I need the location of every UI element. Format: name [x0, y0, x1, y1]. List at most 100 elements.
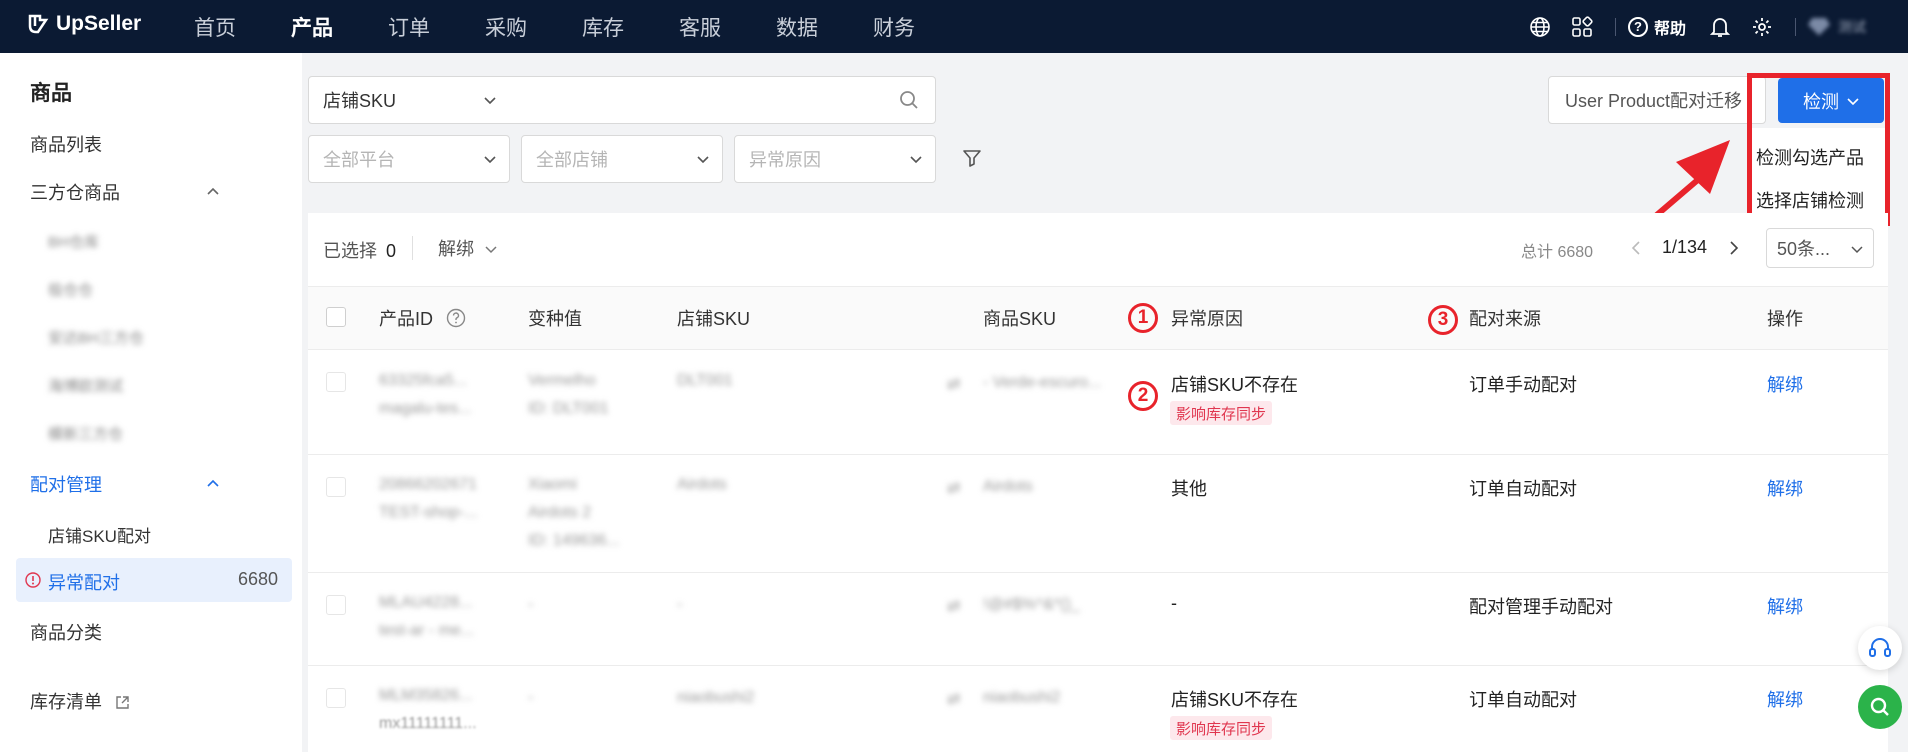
sidebar-sub-blurred[interactable]: BH仓库 [48, 231, 99, 252]
abnormal-reason: 店铺SKU不存在 [1171, 690, 1299, 710]
store-sku: niaobushi2 [677, 689, 755, 706]
annotation-highlight-box [1747, 73, 1890, 226]
store-placeholder: 全部店铺 [536, 150, 608, 170]
filter-icon[interactable] [962, 148, 982, 168]
total-count: 总计 6680 [1521, 244, 1594, 261]
chevron-up-icon[interactable] [206, 184, 220, 198]
user-menu[interactable]: 测试 [1808, 17, 1866, 37]
question-icon[interactable] [446, 308, 466, 328]
divider [1795, 17, 1796, 36]
row-divider [308, 665, 1888, 666]
unbind-link[interactable]: 解绑 [1767, 593, 1803, 619]
platform-select[interactable]: 全部平台 [308, 135, 510, 183]
brand-name: UpSeller [56, 12, 142, 35]
nav-item-home[interactable]: 首页 [194, 0, 291, 53]
bulk-unbind-button[interactable]: 解绑 [438, 235, 497, 261]
sidebar-item-pairing-mgmt[interactable]: 配对管理 [30, 471, 102, 497]
row-divider [308, 572, 1888, 573]
sidebar-sub-blurred[interactable]: 极仓仓 [48, 279, 93, 300]
brand-logo[interactable]: UpSeller [26, 12, 141, 36]
chevron-down-icon [697, 156, 709, 164]
bulk-unbind-label: 解绑 [438, 239, 474, 259]
chevron-left-icon[interactable] [1630, 240, 1642, 256]
abnormal-reason: - [1171, 593, 1177, 613]
row-checkbox[interactable] [326, 372, 346, 392]
sidebar-item-third-party[interactable]: 三方仓商品 [30, 179, 120, 205]
assistant-search-button[interactable] [1858, 685, 1902, 729]
sidebar-item-abnormal-pairing[interactable]: 异常配对 6680 [16, 558, 292, 602]
nav-item-purchase[interactable]: 采购 [485, 0, 582, 53]
top-right-tools: ? 帮助 测试 [1519, 0, 1908, 53]
support-chat-button[interactable] [1858, 626, 1902, 670]
product-sku: Airdots [983, 478, 1033, 495]
variant-value: Vermelho [528, 372, 596, 389]
product-shop: mx11111111... [379, 715, 477, 732]
sidebar-item-store-sku-pairing[interactable]: 店铺SKU配对 [48, 522, 151, 547]
selection-status: 已选择 0 [323, 237, 396, 263]
chevron-up-icon[interactable] [206, 476, 220, 490]
nav-item-finance[interactable]: 财务 [873, 0, 970, 53]
bell-icon[interactable] [1708, 15, 1732, 39]
unbind-link[interactable]: 解绑 [1767, 371, 1803, 397]
product-sku: niaobushi2 [983, 689, 1061, 706]
abnormal-count-badge: 6680 [237, 569, 278, 589]
row-checkbox[interactable] [326, 688, 346, 708]
product-shop: test-ar - me... [379, 622, 475, 639]
sidebar-sub-blurred[interactable]: 安达BH三方仓 [48, 327, 144, 348]
headset-icon [1869, 638, 1891, 657]
sku-type-select[interactable]: 店铺SKU [308, 76, 510, 124]
store-sku: DLT001 [677, 372, 733, 389]
search-input[interactable] [508, 76, 936, 124]
globe-icon[interactable] [1528, 15, 1552, 39]
inventory-sync-tag: 影响库存同步 [1170, 716, 1273, 740]
store-select[interactable]: 全部店铺 [521, 135, 723, 183]
pairing-source: 订单自动配对 [1469, 690, 1577, 710]
nav-item-inventory[interactable]: 库存 [582, 0, 679, 53]
warning-circle-icon [25, 572, 41, 588]
select-all-checkbox[interactable] [326, 307, 346, 327]
nav-item-orders[interactable]: 订单 [388, 0, 485, 53]
sidebar-item-product-list[interactable]: 商品列表 [30, 131, 102, 157]
selected-count: 0 [386, 241, 397, 261]
abnormal-pairing-label: 异常配对 [48, 573, 120, 593]
sidebar-sub-blurred[interactable]: 模新三方仓 [48, 423, 123, 444]
help-button[interactable]: ? 帮助 [1627, 15, 1686, 39]
unbind-link[interactable]: 解绑 [1767, 475, 1803, 501]
reason-select[interactable]: 异常原因 [734, 135, 936, 183]
chevron-right-icon[interactable] [1728, 240, 1740, 256]
inventory-list-label: 库存清单 [30, 692, 102, 712]
variant-value: Xiaomi [528, 476, 577, 493]
platform-placeholder: 全部平台 [323, 150, 395, 170]
annotation-marker: 3 [1428, 305, 1458, 335]
sidebar-sub-blurred[interactable]: 海博欧测试 [48, 375, 123, 396]
sidebar-item-inventory-list[interactable]: 库存清单 [30, 688, 130, 714]
nav-item-products[interactable]: 产品 [291, 0, 388, 53]
external-link-icon [116, 696, 129, 709]
chevron-down-icon [484, 156, 496, 164]
page-indicator: 1/134 [1662, 237, 1708, 257]
apps-grid-icon[interactable] [1570, 15, 1594, 39]
pair-link-icon: ⇄ [947, 376, 961, 393]
variant-id: ID: 149636... [528, 532, 620, 549]
page-size-select[interactable]: 50条... [1766, 228, 1874, 268]
nav-item-customer-service[interactable]: 客服 [679, 0, 776, 53]
unbind-link[interactable]: 解绑 [1767, 686, 1803, 712]
col-product-id-label: 产品ID [379, 309, 433, 329]
row-checkbox[interactable] [326, 477, 346, 497]
sidebar-title: 商品 [30, 82, 72, 105]
product-sku: !@#$%^&*()_ [983, 596, 1080, 613]
nav-item-data[interactable]: 数据 [776, 0, 873, 53]
migrate-pairing-button[interactable]: User Product配对迁移 [1548, 76, 1766, 124]
pairing-source: 配对管理手动配对 [1469, 597, 1613, 617]
divider [1614, 17, 1616, 36]
product-id: 63325fca5... [379, 372, 468, 389]
col-product-sku: 商品SKU [983, 309, 1057, 329]
selected-label: 已选择 [323, 241, 377, 261]
search-icon[interactable] [899, 90, 919, 110]
gear-icon[interactable] [1750, 15, 1774, 39]
col-product-id: 产品ID [379, 305, 466, 331]
row-checkbox[interactable] [326, 595, 346, 615]
sidebar-item-category[interactable]: 商品分类 [30, 619, 102, 645]
product-id: 20866202671 [379, 476, 477, 493]
page-size-value: 50条... [1777, 239, 1831, 259]
